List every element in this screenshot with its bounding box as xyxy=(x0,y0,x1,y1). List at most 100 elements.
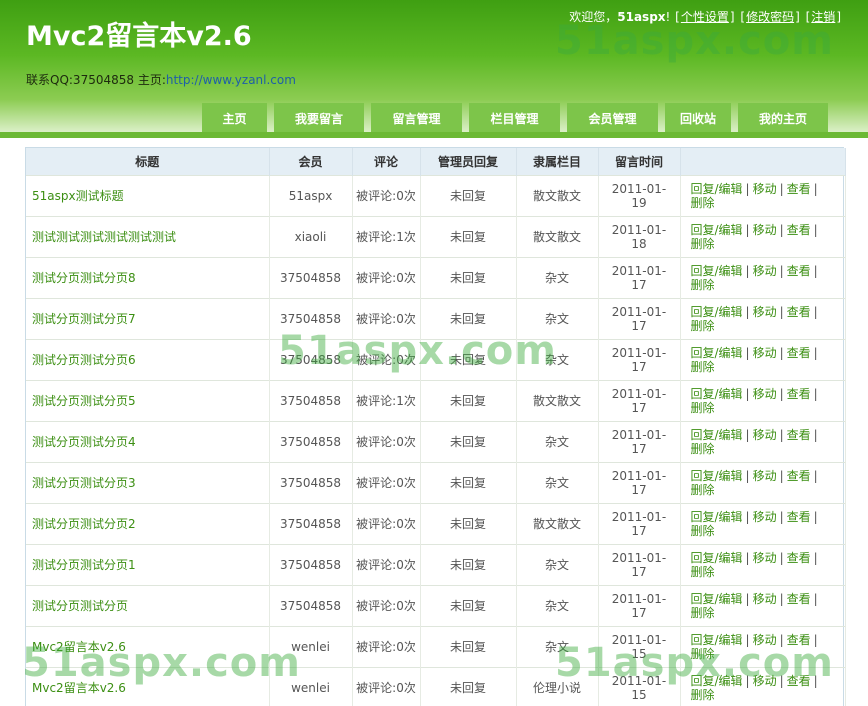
view-link[interactable]: 查看 xyxy=(787,305,811,319)
separator: | xyxy=(813,673,818,688)
separator: | xyxy=(779,468,784,483)
delete-link[interactable]: 删除 xyxy=(691,524,715,538)
table-row: 测试分页测试分页4 37504858 被评论:0次 未回复 杂文 2011-01- 17 回复… xyxy=(26,420,846,462)
move-link[interactable]: 移动 xyxy=(753,510,777,524)
view-link[interactable]: 查看 xyxy=(787,633,811,647)
view-link[interactable]: 查看 xyxy=(787,387,811,401)
delete-link[interactable]: 删除 xyxy=(691,237,715,251)
reply-edit-link[interactable]: 回复/编辑 xyxy=(691,428,743,442)
cell-category: 杂文 xyxy=(516,256,599,298)
reply-edit-link[interactable]: 回复/编辑 xyxy=(691,592,743,606)
cell-category: 散文散文 xyxy=(516,174,599,216)
move-link[interactable]: 移动 xyxy=(753,551,777,565)
cell-comments: 被评论:0次 xyxy=(352,297,421,339)
cell-reply-status: 未回复 xyxy=(420,338,517,380)
message-title-link[interactable]: 51aspx测试标题 xyxy=(32,189,124,203)
message-title-link[interactable]: 测试分页测试分页7 xyxy=(32,312,136,326)
message-title-link[interactable]: 测试分页测试分页1 xyxy=(32,558,136,572)
reply-edit-link[interactable]: 回复/编辑 xyxy=(691,346,743,360)
move-link[interactable]: 移动 xyxy=(753,346,777,360)
col-header-category: 隶属栏目 xyxy=(516,148,599,175)
separator: | xyxy=(813,509,818,524)
separator: | xyxy=(813,468,818,483)
separator: | xyxy=(813,591,818,606)
message-title-link[interactable]: Mvc2留言本v2.6 xyxy=(32,681,126,695)
reply-edit-link[interactable]: 回复/编辑 xyxy=(691,674,743,688)
date-part2: 17 xyxy=(631,318,647,333)
homepage-link[interactable]: http://www.yzanl.com xyxy=(166,73,296,87)
delete-link[interactable]: 删除 xyxy=(691,278,715,292)
delete-link[interactable]: 删除 xyxy=(691,401,715,415)
delete-link[interactable]: 删除 xyxy=(691,319,715,333)
bracket-open: [ xyxy=(675,10,680,24)
message-title-link[interactable]: 测试测试测试测试测试测试 xyxy=(32,230,176,244)
move-link[interactable]: 移动 xyxy=(753,387,777,401)
cell-time: 2011-01- 17 xyxy=(598,338,681,380)
delete-link[interactable]: 删除 xyxy=(691,483,715,497)
move-link[interactable]: 移动 xyxy=(753,264,777,278)
view-link[interactable]: 查看 xyxy=(787,428,811,442)
move-link[interactable]: 移动 xyxy=(753,305,777,319)
reply-edit-link[interactable]: 回复/编辑 xyxy=(691,469,743,483)
view-link[interactable]: 查看 xyxy=(787,264,811,278)
move-link[interactable]: 移动 xyxy=(753,633,777,647)
reply-edit-link[interactable]: 回复/编辑 xyxy=(691,223,743,237)
separator: | xyxy=(745,222,750,237)
cell-member: 37504858 xyxy=(269,502,353,544)
message-title-link[interactable]: Mvc2留言本v2.6 xyxy=(32,640,126,654)
delete-link[interactable]: 删除 xyxy=(691,688,715,702)
move-link[interactable]: 移动 xyxy=(753,428,777,442)
message-title-link[interactable]: 测试分页测试分页5 xyxy=(32,394,136,408)
delete-link[interactable]: 删除 xyxy=(691,606,715,620)
separator: | xyxy=(745,345,750,360)
message-title-link[interactable]: 测试分页测试分页2 xyxy=(32,517,136,531)
move-link[interactable]: 移动 xyxy=(753,182,777,196)
view-link[interactable]: 查看 xyxy=(787,510,811,524)
cell-member: 37504858 xyxy=(269,338,353,380)
message-title-link[interactable]: 测试分页测试分页6 xyxy=(32,353,136,367)
delete-link[interactable]: 删除 xyxy=(691,442,715,456)
reply-edit-link[interactable]: 回复/编辑 xyxy=(691,633,743,647)
logout-link[interactable]: 注销 xyxy=(811,10,835,24)
move-link[interactable]: 移动 xyxy=(753,469,777,483)
reply-edit-link[interactable]: 回复/编辑 xyxy=(691,510,743,524)
message-table: 标题 会员 评论 管理员回复 隶属栏目 留言时间 51aspx测试标题 51asp… xyxy=(26,148,846,706)
cell-category: 杂文 xyxy=(516,543,599,585)
view-link[interactable]: 查看 xyxy=(787,223,811,237)
cell-category: 杂文 xyxy=(516,297,599,339)
move-link[interactable]: 移动 xyxy=(753,674,777,688)
view-link[interactable]: 查看 xyxy=(787,346,811,360)
move-link[interactable]: 移动 xyxy=(753,223,777,237)
delete-link[interactable]: 删除 xyxy=(691,360,715,374)
cell-title: 测试分页测试分页5 xyxy=(26,379,270,421)
table-row: 测试分页测试分页 37504858 被评论:0次 未回复 杂文 2011-01- 17 回复/… xyxy=(26,584,846,626)
separator: | xyxy=(745,509,750,524)
profile-settings-link[interactable]: 个性设置 xyxy=(681,10,729,24)
delete-link[interactable]: 删除 xyxy=(691,647,715,661)
view-link[interactable]: 查看 xyxy=(787,182,811,196)
site-title: Mvc2留言本v2.6 xyxy=(26,21,252,52)
message-title-link[interactable]: 测试分页测试分页4 xyxy=(32,435,136,449)
view-link[interactable]: 查看 xyxy=(787,674,811,688)
reply-edit-link[interactable]: 回复/编辑 xyxy=(691,387,743,401)
cell-member: 37504858 xyxy=(269,584,353,626)
cell-reply-status: 未回复 xyxy=(420,420,517,462)
message-title-link[interactable]: 测试分页测试分页8 xyxy=(32,271,136,285)
message-title-link[interactable]: 测试分页测试分页 xyxy=(32,599,128,613)
message-title-link[interactable]: 测试分页测试分页3 xyxy=(32,476,136,490)
header-divider xyxy=(0,132,868,138)
view-link[interactable]: 查看 xyxy=(787,469,811,483)
view-link[interactable]: 查看 xyxy=(787,551,811,565)
reply-edit-link[interactable]: 回复/编辑 xyxy=(691,182,743,196)
table-row: 测试分页测试分页3 37504858 被评论:0次 未回复 杂文 2011-01- 17 回复… xyxy=(26,461,846,503)
view-link[interactable]: 查看 xyxy=(787,592,811,606)
cell-time: 2011-01- 19 xyxy=(598,174,681,216)
delete-link[interactable]: 删除 xyxy=(691,196,715,210)
reply-edit-link[interactable]: 回复/编辑 xyxy=(691,551,743,565)
date-part1: 2011-01- xyxy=(611,181,667,196)
move-link[interactable]: 移动 xyxy=(753,592,777,606)
reply-edit-link[interactable]: 回复/编辑 xyxy=(691,264,743,278)
reply-edit-link[interactable]: 回复/编辑 xyxy=(691,305,743,319)
delete-link[interactable]: 删除 xyxy=(691,565,715,579)
change-password-link[interactable]: 修改密码 xyxy=(746,10,794,24)
